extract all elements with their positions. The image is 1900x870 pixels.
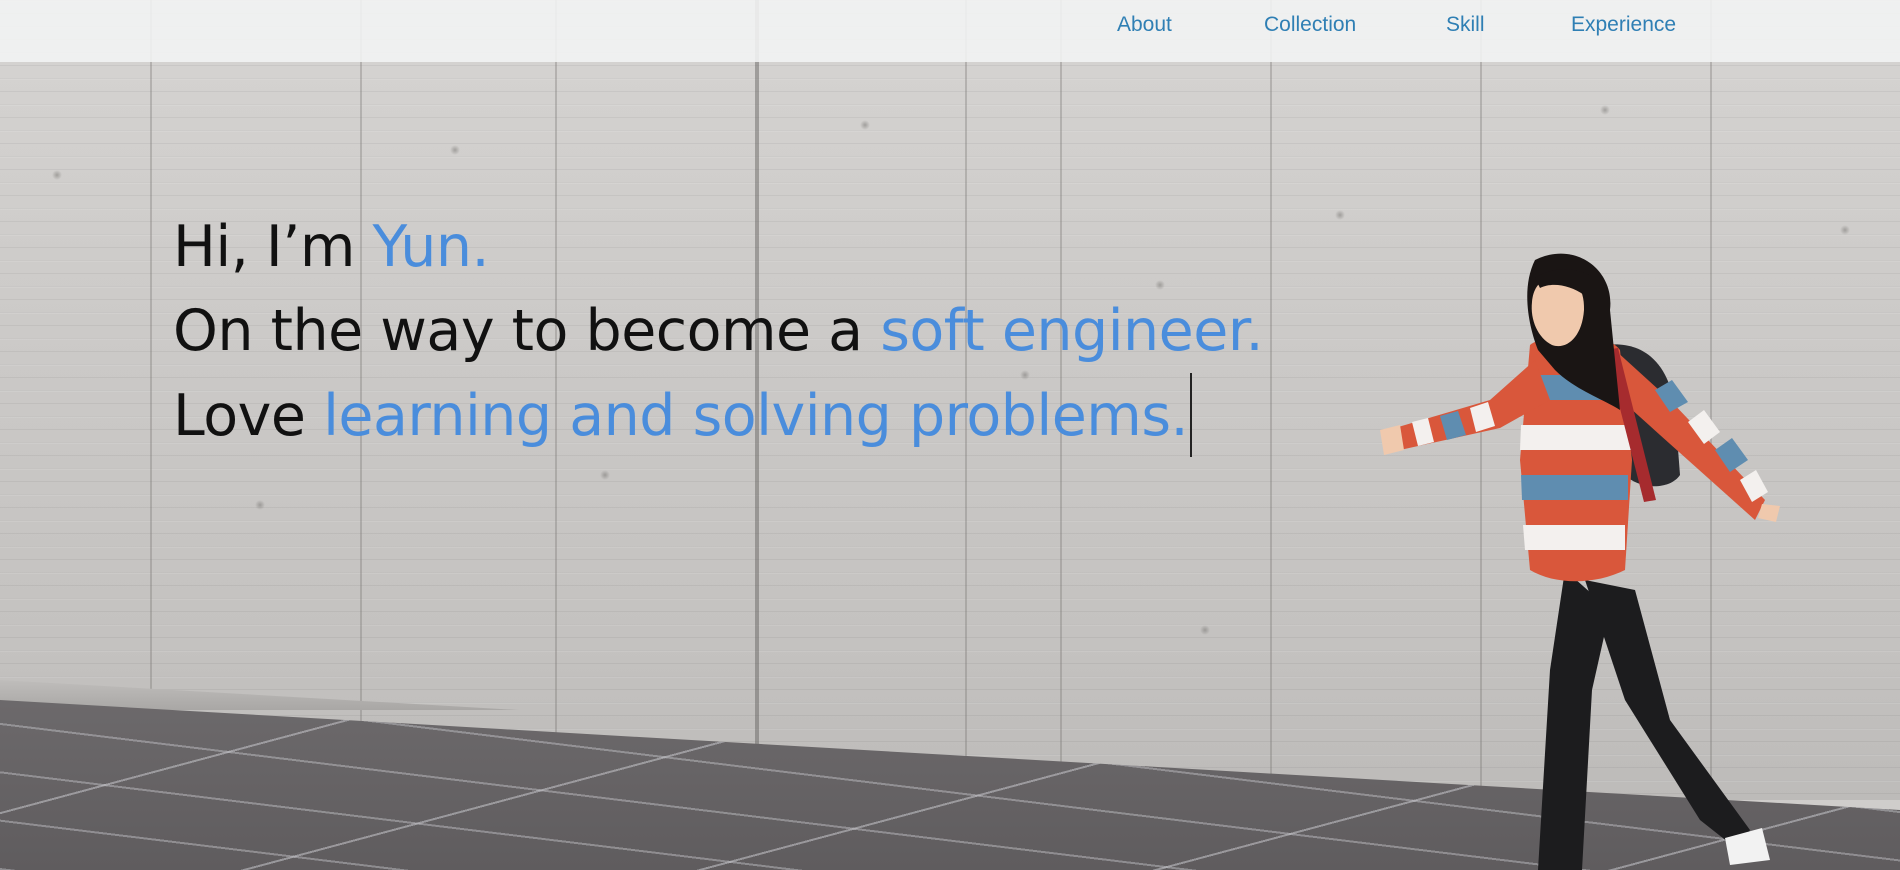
wall-texture-spot	[1200, 625, 1210, 635]
wall-texture-spot	[1335, 210, 1345, 220]
wall-texture-spot	[52, 170, 62, 180]
wall-seam	[150, 0, 152, 800]
wall-texture-spot	[860, 120, 870, 130]
hero-greeting-line: Hi, I’m Yun.	[173, 205, 1263, 289]
nav-link-skill[interactable]: Skill	[1446, 13, 1485, 37]
passion-prefix: Love	[173, 383, 324, 449]
wall-texture-spot	[450, 145, 460, 155]
greeting-name: Yun.	[372, 214, 490, 280]
walking-person-image	[1380, 253, 1780, 870]
nav-link-collection[interactable]: Collection	[1264, 13, 1356, 37]
greeting-prefix: Hi, I’m	[173, 214, 373, 280]
wall-seam	[1270, 0, 1272, 800]
wall-texture-spot	[255, 500, 265, 510]
hero-goal-line: On the way to become a soft engineer.	[173, 289, 1264, 373]
wall-texture-spot	[600, 470, 610, 480]
nav-link-about[interactable]: About	[1117, 13, 1172, 37]
passion-highlight: learning and solving problems.	[323, 383, 1189, 449]
hero-intro-text: Hi, I’m Yun. On the way to become a soft…	[173, 205, 1264, 458]
hero-passion-line: Love learning and solving problems.	[173, 373, 1263, 458]
wall-texture-spot	[1840, 225, 1850, 235]
nav-link-experience[interactable]: Experience	[1571, 13, 1676, 37]
goal-highlight: soft engineer.	[880, 298, 1264, 364]
top-navigation-bar: About Collection Skill Experience	[0, 0, 1900, 62]
text-cursor-icon	[1190, 373, 1193, 457]
wall-texture-spot	[1600, 105, 1610, 115]
hero-section: About Collection Skill Experience Hi, I’…	[0, 0, 1900, 870]
goal-prefix: On the way to become a	[173, 298, 881, 364]
